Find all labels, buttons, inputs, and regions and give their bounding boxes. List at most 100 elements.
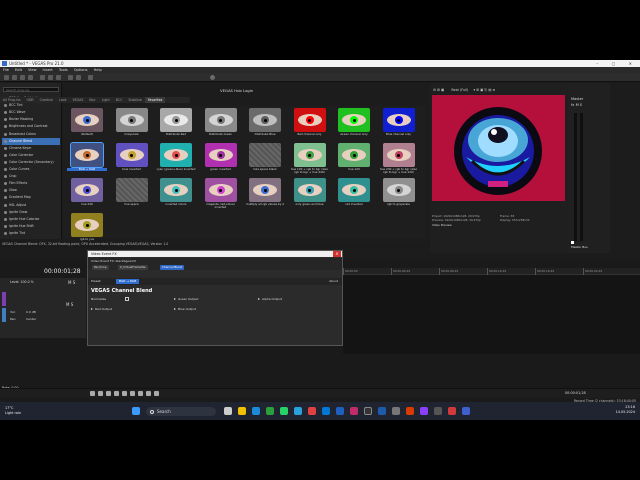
pan-value[interactable]: Center: [26, 317, 36, 321]
preset-thumb[interactable]: Distribute Blue: [245, 108, 285, 140]
task-view-icon[interactable]: [224, 407, 232, 415]
pause-icon[interactable]: [122, 391, 127, 396]
preset-thumb[interactable]: hsla space blank: [245, 143, 285, 175]
preset-thumb[interactable]: BGR → RGB: [67, 142, 107, 175]
preset-thumb[interactable]: Blue channel only: [379, 108, 419, 140]
fx-item[interactable]: Crop: [2, 173, 60, 180]
tab-vegas[interactable]: VEGAS: [69, 97, 86, 103]
cut-icon[interactable]: [40, 75, 45, 80]
settings-icon[interactable]: [88, 75, 93, 80]
stop-icon[interactable]: [130, 391, 135, 396]
next-frame-icon[interactable]: [146, 391, 151, 396]
preset-thumb[interactable]: hue 240 + rgb to bgr (also rgb to bgr + …: [379, 143, 419, 175]
chrome-icon[interactable]: [266, 407, 274, 415]
fx-item[interactable]: Brightness and Contrast: [2, 123, 60, 130]
chain-channel-blend[interactable]: Channel Blend: [160, 265, 185, 270]
preset-thumb[interactable]: Distribute Green: [201, 108, 241, 140]
open-icon[interactable]: [12, 75, 17, 80]
tab-light[interactable]: Light: [99, 97, 113, 103]
preset-thumb[interactable]: inverted colors: [156, 178, 196, 210]
preset-thumb[interactable]: red inverted: [334, 178, 374, 210]
timeline-ruler[interactable]: 00:00:00 00:00:04;29 00:00:09;29 00:00:14;2…: [343, 268, 640, 275]
preset-thumb[interactable]: (Default): [67, 108, 107, 140]
normalize-checkbox[interactable]: [125, 297, 130, 301]
fx-item[interactable]: BCC Tint: [2, 102, 60, 109]
media-icon[interactable]: [308, 407, 316, 415]
red-app-icon[interactable]: [448, 407, 456, 415]
media-player-icon[interactable]: [420, 407, 428, 415]
fx-item[interactable]: Ignite Tint: [2, 230, 60, 237]
preset-thumb[interactable]: Distribute Red: [156, 108, 196, 140]
track-level[interactable]: Level: 100.0 %: [10, 280, 34, 284]
start-icon[interactable]: [132, 407, 140, 415]
preset-thumb[interactable]: only green and blue: [290, 178, 330, 210]
ps-icon[interactable]: [350, 407, 358, 415]
about-button[interactable]: About: [329, 278, 338, 285]
tab-stabilize[interactable]: Stabilize: [125, 97, 145, 103]
fx-item[interactable]: Gradient Map: [2, 194, 60, 201]
system-clock[interactable]: 23:16 14.05.2024: [616, 405, 635, 415]
tab-bcc[interactable]: BCC: [113, 97, 126, 103]
fx-item[interactable]: Color Curves: [2, 166, 60, 173]
paste-icon[interactable]: [56, 75, 61, 80]
redo-icon[interactable]: [76, 75, 81, 80]
loop-icon[interactable]: [90, 391, 95, 396]
preset-thumb[interactable]: Green channel only: [334, 108, 374, 140]
preset-thumb[interactable]: blue inverted: [112, 143, 152, 175]
fx-item[interactable]: Ignite Hue Colorize: [2, 216, 60, 223]
preview-tools-icon[interactable]: ▾ ⊞ ▣ ⎘ ▤ ≡: [473, 88, 495, 92]
preset-thumb[interactable]: Red channel only: [290, 108, 330, 140]
fx-item[interactable]: Chroma Keyer: [2, 145, 60, 152]
preview-quality[interactable]: Best (Full): [451, 88, 468, 92]
prev-frame-icon[interactable]: [138, 391, 143, 396]
preset-thumb[interactable]: hue space: [112, 178, 152, 210]
fx-item[interactable]: Film Effects: [2, 180, 60, 187]
fx-search-input[interactable]: Search plug-ins: [3, 87, 59, 92]
play-icon[interactable]: [114, 391, 119, 396]
settings-app-icon[interactable]: [392, 407, 400, 415]
fx-item[interactable]: Ignite Grow: [2, 209, 60, 216]
preview-settings-icon[interactable]: ⚙ ⊞ ▣: [433, 88, 444, 92]
app-icon[interactable]: [364, 407, 372, 415]
copy-icon[interactable]: [48, 75, 53, 80]
tab-video-preview[interactable]: Video Preview: [432, 224, 566, 228]
whatsapp-icon[interactable]: [280, 407, 288, 415]
preset-dropdown[interactable]: BGR → RGB: [116, 279, 140, 284]
preset-thumb[interactable]: Grayscale: [112, 108, 152, 140]
window-controls[interactable]: – ▢ ✕: [596, 60, 638, 67]
go-end-icon[interactable]: [154, 391, 159, 396]
vegas-app-icon[interactable]: [378, 407, 386, 415]
fx-item[interactable]: Channel Blend: [2, 137, 60, 145]
fx-item[interactable]: Color Corrector (Secondary): [2, 159, 60, 166]
new-icon[interactable]: [4, 75, 9, 80]
fx-item[interactable]: Ignite Hue Shift: [2, 223, 60, 230]
preset-thumb[interactable]: hue 120 + rgb to bgr (also rgb to bgr + …: [290, 143, 330, 175]
undo-icon[interactable]: [68, 75, 73, 80]
audio-track-ms[interactable]: M S: [66, 302, 73, 307]
play-from-start-icon[interactable]: [106, 391, 111, 396]
fx-item[interactable]: Broadcast Colors: [2, 131, 60, 138]
hub-icon[interactable]: [210, 75, 215, 80]
telegram-icon[interactable]: [294, 407, 302, 415]
tab-blur[interactable]: Blur: [86, 97, 98, 103]
preset-thumb[interactable]: multiply all rgb values by 2: [245, 178, 285, 210]
preset-thumb[interactable]: cyan (green+blue) inverted: [156, 143, 196, 175]
preset-thumb[interactable]: hue 240: [67, 178, 107, 210]
tab-creative[interactable]: Creative: [37, 97, 56, 103]
fader-handle[interactable]: [571, 241, 574, 244]
preset-thumb[interactable]: rgb to yuv: [67, 213, 107, 245]
alpha-output-row[interactable]: Alpha Output: [258, 297, 282, 302]
green-output-row[interactable]: Green Output: [174, 297, 198, 302]
tab-all-plug-ins[interactable]: All Plug-ins: [0, 97, 24, 103]
word-icon[interactable]: [336, 407, 344, 415]
ae-icon[interactable]: [434, 407, 442, 415]
tab-hdr[interactable]: HDR: [24, 97, 37, 103]
tab-look[interactable]: Look: [56, 97, 69, 103]
taskbar-search[interactable]: Search: [146, 407, 216, 416]
preset-thumb[interactable]: green inverted: [201, 143, 241, 175]
vol-value[interactable]: 0.0 dB: [26, 310, 36, 314]
save-icon[interactable]: [20, 75, 25, 80]
edge-icon[interactable]: [252, 407, 260, 415]
weather-widget[interactable]: 17°C Light rain: [5, 406, 21, 416]
master-controls[interactable]: fx M S: [571, 103, 582, 107]
